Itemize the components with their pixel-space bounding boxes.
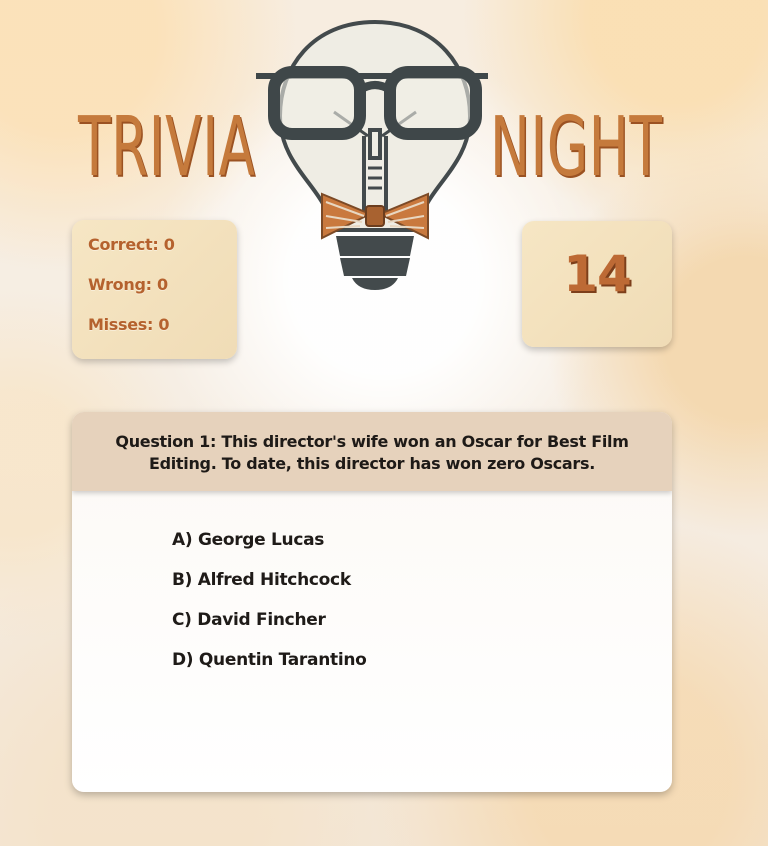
countdown-timer: 14 [522,221,672,347]
wrong-count: Wrong: 0 [88,275,168,294]
title-night: NIGHT [490,100,663,195]
answer-option-d[interactable]: D) Quentin Tarantino [172,650,367,690]
title-trivia: TRIVIA [78,100,256,195]
lightbulb-logo-icon [256,19,488,290]
misses-count: Misses: 0 [88,315,170,334]
question-card: Question 1: This director's wife won an … [72,412,672,792]
timer-value: 14 [563,245,632,303]
answer-option-b[interactable]: B) Alfred Hitchcock [172,570,367,610]
score-panel: Correct: 0 Wrong: 0 Misses: 0 [72,220,237,359]
question-header: Question 1: This director's wife won an … [72,412,672,491]
correct-count: Correct: 0 [88,235,175,254]
answer-option-c[interactable]: C) David Fincher [172,610,367,650]
question-text: Question 1: This director's wife won an … [115,432,629,473]
answer-list: A) George Lucas B) Alfred Hitchcock C) D… [172,530,367,690]
answer-option-a[interactable]: A) George Lucas [172,530,367,570]
